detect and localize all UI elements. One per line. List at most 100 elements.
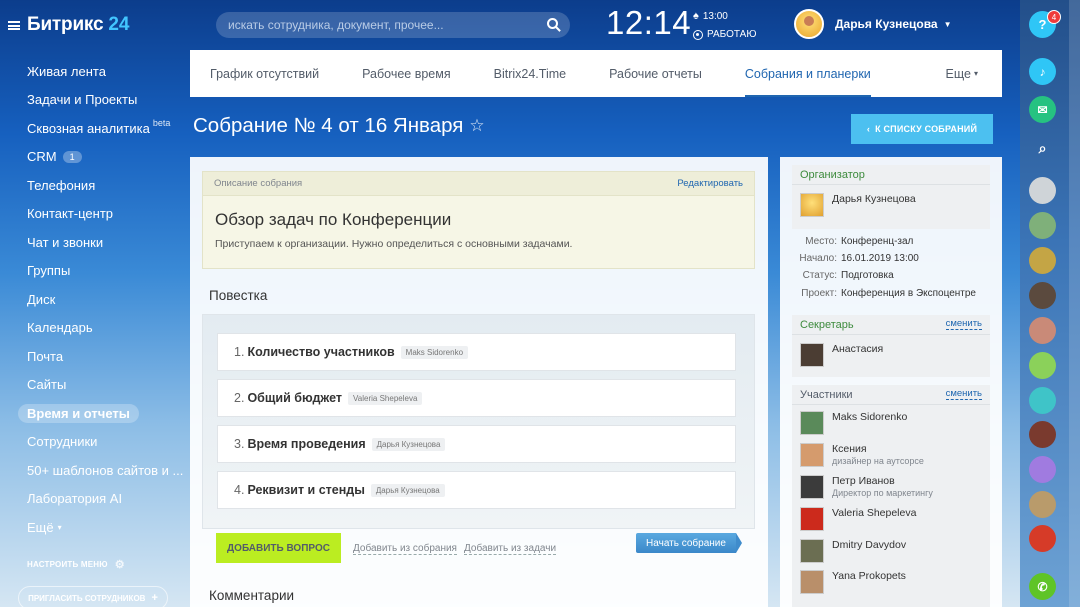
- agenda-item[interactable]: 4. Реквизит и стенды Дарья Кузнецова: [217, 471, 736, 509]
- avatar: [800, 507, 824, 531]
- contact-avatar-10[interactable]: [1029, 491, 1056, 518]
- contact-avatar-2[interactable]: [1029, 212, 1056, 239]
- clock[interactable]: 12:14: [606, 4, 691, 42]
- change-secretary-link[interactable]: сменить: [945, 319, 982, 330]
- brand-name: Битрикс: [27, 14, 104, 35]
- organizer-person[interactable]: Дарья Кузнецова: [800, 193, 916, 217]
- responsible-tag[interactable]: Maks Sidorenko: [400, 345, 469, 359]
- invite-employees-button[interactable]: ПРИГЛАСИТЬ СОТРУДНИКОВ +: [18, 586, 168, 607]
- menu-item-site-templates[interactable]: 50+ шаблонов сайтов и ...: [27, 456, 183, 485]
- menu-burger-icon[interactable]: [8, 20, 20, 30]
- gear-icon: ⚙: [114, 559, 125, 571]
- add-from-task-link[interactable]: Добавить из задачи: [464, 543, 557, 555]
- secretary-person[interactable]: Анастасия: [800, 343, 883, 367]
- brand-number: 24: [108, 14, 130, 35]
- search-input[interactable]: [228, 18, 528, 32]
- contact-avatar-7[interactable]: [1029, 387, 1056, 414]
- agenda-item[interactable]: 3. Время проведения Дарья Кузнецова: [217, 425, 736, 463]
- help-badge: 4: [1047, 10, 1061, 24]
- notifications-icon[interactable]: ♪: [1029, 58, 1056, 85]
- contact-avatar-6[interactable]: [1029, 352, 1056, 379]
- responsible-tag[interactable]: Дарья Кузнецова: [370, 483, 445, 497]
- agenda-item[interactable]: 1. Количество участников Maks Sidorenko: [217, 333, 736, 371]
- participant[interactable]: Valeria Shepeleva: [800, 507, 916, 531]
- bell-icon: ♠: [693, 10, 699, 22]
- contact-avatar-5[interactable]: [1029, 317, 1056, 344]
- agenda-item[interactable]: 2. Общий бюджет Valeria Shepeleva: [217, 379, 736, 417]
- search-icon[interactable]: ⌕: [1029, 135, 1056, 162]
- menu-item-sites[interactable]: Сайты: [27, 371, 183, 400]
- agenda-heading: Повестка: [209, 288, 268, 303]
- brand-logo[interactable]: Битрикс 24: [8, 14, 130, 36]
- top-bar: 12:14 ♠13:00 РАБОТАЮ Дарья Кузнецова ▼: [190, 0, 1020, 50]
- contact-avatar-9[interactable]: [1029, 456, 1056, 483]
- beta-label: beta: [152, 118, 171, 129]
- organizer-block: Организатор Дарья Кузнецова: [792, 165, 990, 229]
- back-to-list-button[interactable]: ‹ К СПИСКУ СОБРАНИЙ: [851, 114, 993, 144]
- detail-row: Начало: 16.01.2019 13:00: [799, 253, 919, 264]
- avatar: [800, 539, 824, 563]
- tab-absence[interactable]: График отсутствий: [210, 50, 319, 97]
- add-from-meeting-link[interactable]: Добавить из собрания: [353, 543, 457, 555]
- menu-item-feed[interactable]: Живая лента: [27, 57, 183, 86]
- participant[interactable]: Yana Prokopets: [800, 570, 906, 594]
- avatar: [800, 570, 824, 594]
- participant[interactable]: Maks Sidorenko: [800, 411, 907, 435]
- contact-avatar-3[interactable]: [1029, 247, 1056, 274]
- avatar: [800, 411, 824, 435]
- menu-item-mail[interactable]: Почта: [27, 342, 183, 371]
- participant[interactable]: Ксения дизайнер на аутсорсе: [800, 443, 924, 467]
- tab-meetings[interactable]: Собрания и планерки: [744, 50, 871, 97]
- menu-item-crm[interactable]: CRM 1: [27, 143, 183, 172]
- menu-item-employees[interactable]: Сотрудники: [27, 428, 183, 457]
- menu-item-ai-lab[interactable]: Лаборатория AI: [27, 485, 183, 514]
- menu-item-groups[interactable]: Группы: [27, 257, 183, 286]
- edit-link[interactable]: Редактировать: [677, 178, 743, 189]
- chevron-left-icon: ‹: [866, 124, 871, 134]
- start-meeting-button[interactable]: Начать собрание: [636, 533, 742, 553]
- participant[interactable]: Dmitry Davydov: [800, 539, 906, 563]
- participant[interactable]: Петр Иванов Директор по маркетингу: [800, 475, 933, 499]
- menu-item-contact-center[interactable]: Контакт-центр: [27, 200, 183, 229]
- add-question-button[interactable]: ДОБАВИТЬ ВОПРОС: [216, 533, 341, 563]
- setup-menu-button[interactable]: НАСТРОИТЬ МЕНЮ ⚙: [27, 558, 125, 571]
- description-title: Обзор задач по Конференции: [215, 210, 452, 229]
- menu-item-time-reports[interactable]: Время и отчеты: [18, 399, 183, 428]
- menu-item-chat[interactable]: Чат и звонки: [27, 228, 183, 257]
- meeting-main-panel: Описание собрания Редактировать Обзор за…: [190, 157, 768, 607]
- alarm-time[interactable]: ♠ 13:00: [693, 10, 728, 22]
- tab-work-time[interactable]: Рабочее время: [362, 50, 451, 97]
- avatar: [800, 475, 824, 499]
- responsible-tag[interactable]: Valeria Shepeleva: [348, 391, 423, 405]
- meeting-info-panel: Организатор Дарья Кузнецова Место: Конфер…: [780, 157, 1002, 607]
- contact-avatar-4[interactable]: [1029, 282, 1056, 309]
- phone-icon[interactable]: ✆: [1029, 573, 1056, 600]
- menu-item-analytics[interactable]: Сквозная аналитика beta: [27, 114, 183, 143]
- responsible-tag[interactable]: Дарья Кузнецова: [371, 437, 446, 451]
- contact-avatar-8[interactable]: [1029, 421, 1056, 448]
- secretary-heading: Секретарь сменить: [792, 315, 990, 335]
- messenger-icon[interactable]: ✉: [1029, 96, 1056, 123]
- menu-item-calendar[interactable]: Календарь: [27, 314, 183, 343]
- menu-item-telephony[interactable]: Телефония: [27, 171, 183, 200]
- user-menu[interactable]: Дарья Кузнецова ▼: [794, 9, 952, 39]
- work-status[interactable]: РАБОТАЮ: [693, 29, 756, 40]
- contact-avatar-11[interactable]: [1029, 525, 1056, 552]
- tab-more[interactable]: Еще ▾: [946, 50, 978, 97]
- star-icon[interactable]: ☆: [469, 116, 484, 136]
- detail-row: Место: Конференц-зал: [805, 236, 914, 247]
- avatar: [800, 343, 824, 367]
- menu-item-more[interactable]: Ещё ▾: [27, 513, 183, 542]
- main-menu: Живая лента Задачи и Проекты Сквозная ан…: [18, 57, 183, 542]
- description-header: Описание собрания Редактировать: [203, 172, 754, 196]
- menu-item-tasks[interactable]: Задачи и Проекты: [27, 86, 183, 115]
- search-icon[interactable]: [547, 18, 558, 29]
- scrollbar[interactable]: [1069, 0, 1080, 607]
- menu-item-disk[interactable]: Диск: [27, 285, 183, 314]
- tab-work-reports[interactable]: Рабочие отчеты: [609, 50, 702, 97]
- search-box[interactable]: [216, 12, 570, 38]
- tab-bitrix-time[interactable]: Bitrix24.Time: [494, 50, 566, 97]
- change-participants-link[interactable]: сменить: [945, 389, 982, 400]
- plus-icon: +: [151, 592, 158, 604]
- contact-avatar-1[interactable]: [1029, 177, 1056, 204]
